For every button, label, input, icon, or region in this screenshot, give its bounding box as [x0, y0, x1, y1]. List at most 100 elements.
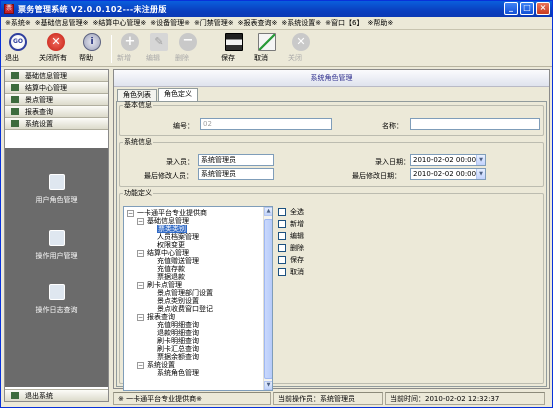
chevron-down-icon[interactable]: ▼	[476, 169, 485, 179]
tree-collapse-icon[interactable]: −	[137, 250, 144, 257]
tree-node[interactable]: 基础信息管理	[147, 217, 189, 225]
tree-scrollbar[interactable]: ▲ ▼	[263, 207, 272, 390]
tree-node[interactable]: 充值赠送管理	[157, 257, 199, 265]
minimize-button[interactable]: _	[504, 2, 518, 15]
scroll-up-icon[interactable]: ▲	[264, 207, 272, 216]
perm-select-all[interactable]: 全选	[278, 207, 304, 217]
delete-button[interactable]: − 删除	[175, 32, 201, 65]
checkbox[interactable]	[278, 244, 286, 252]
tree-node[interactable]: 权限变更	[157, 241, 185, 249]
tree-node[interactable]: 充值存款	[157, 265, 185, 273]
perm-cancel[interactable]: 取消	[278, 267, 304, 277]
code-label: 编号：	[173, 122, 194, 130]
folder-arrow-icon	[11, 72, 19, 79]
tree-node[interactable]: 刷卡点管理	[147, 281, 182, 289]
sidebar-item-scenic[interactable]: 景点管理	[5, 94, 108, 106]
floppy-disk-icon	[225, 33, 243, 51]
toolbar-separator	[111, 35, 112, 63]
function-tree[interactable]: − 一卡通平台专业提供商 − 基础信息管理 票类类别 人员档案管理 权限变更 −…	[123, 206, 273, 391]
tree-node[interactable]: 票据余额查询	[157, 353, 199, 361]
scroll-down-icon[interactable]: ▼	[264, 381, 272, 390]
tree-node[interactable]: 系统设置	[147, 361, 175, 369]
tree-node[interactable]: 结算中心管理	[147, 249, 189, 257]
basic-info-group: 基本信息 编号： 02 名称：	[119, 100, 544, 136]
add-button[interactable]: + 新增	[117, 32, 143, 65]
panel-item-log[interactable]: 操作日志查询	[5, 284, 108, 315]
sidebar-item-reports[interactable]: 报表查询	[5, 106, 108, 118]
title-bar[interactable]: 票 票务管理系统 V2.0.0.102---未注册版 _ □ ×	[1, 1, 552, 17]
tree-node[interactable]: 退款明细查询	[157, 329, 199, 337]
tree-node[interactable]: 系统角色管理	[157, 369, 199, 377]
window-title: 票务管理系统 V2.0.0.102---未注册版	[18, 4, 167, 14]
perm-edit[interactable]: 编辑	[278, 231, 304, 241]
cancel-button[interactable]: 取消	[254, 32, 280, 65]
save-button[interactable]: 保存	[221, 32, 247, 65]
help-button[interactable]: i 帮助	[79, 32, 105, 65]
menu-basic-info[interactable]: ※基础信息管理※	[35, 18, 89, 28]
checkbox[interactable]	[278, 208, 286, 216]
scroll-thumb[interactable]	[264, 219, 272, 379]
tree-collapse-icon[interactable]: −	[137, 282, 144, 289]
exit-button[interactable]: GO 退出	[5, 32, 31, 65]
entry-user-field[interactable]: 系统管理员	[198, 154, 274, 166]
perm-add[interactable]: 新增	[278, 219, 304, 229]
folder-arrow-icon	[11, 108, 19, 115]
menu-access-control[interactable]: ※门禁管理※	[194, 18, 234, 28]
chevron-down-icon[interactable]: ▼	[476, 155, 485, 165]
tree-node[interactable]: 景点类别设置	[157, 297, 199, 305]
status-operator: 当前操作员：系统管理员	[273, 392, 383, 405]
close-button[interactable]: ✕ 关闭	[288, 32, 314, 65]
name-field[interactable]	[410, 118, 540, 130]
red-x-icon: ✕	[47, 33, 65, 51]
tree-collapse-icon[interactable]: −	[137, 218, 144, 225]
menu-device[interactable]: ※设备管理※	[150, 18, 190, 28]
code-field[interactable]: 02	[200, 118, 332, 130]
modify-date-picker[interactable]: 2010-02-02 00:00:00 ▼	[410, 168, 486, 180]
tree-node[interactable]: 报表查询	[147, 313, 175, 321]
close-window-button[interactable]: ×	[536, 2, 550, 15]
close-all-button[interactable]: ✕ 关闭所有	[39, 32, 73, 65]
tab-body: 基本信息 编号： 02 名称： 系统信息 录入员： 系统管理员 最后修改人员： …	[116, 100, 547, 391]
main-content: 系统角色管理 角色列表 角色定义 基本信息 编号： 02 名称： 系统信息 录入…	[113, 69, 550, 391]
maximize-button[interactable]: □	[520, 2, 534, 15]
tree-node[interactable]: 刷卡明细查询	[157, 337, 199, 345]
menu-help[interactable]: ※帮助※	[367, 18, 393, 28]
tree-node[interactable]: 人员档案管理	[157, 233, 199, 241]
panel-item-user[interactable]: 操作用户管理	[5, 230, 108, 261]
sidebar-item-settlement[interactable]: 结算中心管理	[5, 82, 108, 94]
menu-reports[interactable]: ※报表查询※	[238, 18, 278, 28]
menu-window[interactable]: ※窗口【6】	[325, 18, 363, 28]
exit-system-button[interactable]: 退出系统	[5, 389, 108, 401]
edit-button[interactable]: ✎ 编辑	[146, 32, 172, 65]
perm-save[interactable]: 保存	[278, 255, 304, 265]
tree-node[interactable]: 景点管理部门设置	[157, 289, 213, 297]
tree-collapse-icon[interactable]: −	[127, 210, 134, 217]
perm-delete[interactable]: 删除	[278, 243, 304, 253]
tree-node[interactable]: 景点收费窗口登记	[157, 305, 213, 313]
checkbox[interactable]	[278, 232, 286, 240]
tree-collapse-icon[interactable]: −	[137, 314, 144, 321]
tree-node[interactable]: 票据退款	[157, 273, 185, 281]
modify-user-label: 最后修改人员：	[144, 172, 193, 180]
checkbox[interactable]	[278, 256, 286, 264]
close-icon: ✕	[292, 33, 310, 51]
menu-system[interactable]: ※系统※	[5, 18, 31, 28]
tree-node[interactable]: 一卡通平台专业提供商	[137, 209, 207, 217]
sidebar-item-settings[interactable]: 系统设置	[5, 118, 108, 130]
tree-collapse-icon[interactable]: −	[137, 362, 144, 369]
panel-item-role[interactable]: 用户角色管理	[5, 174, 108, 205]
help-icon: i	[83, 33, 101, 51]
menu-settings[interactable]: ※系统设置※	[281, 18, 321, 28]
entry-date-picker[interactable]: 2010-02-02 00:00:00 ▼	[410, 154, 486, 166]
plus-icon: +	[121, 33, 139, 51]
checkbox[interactable]	[278, 220, 286, 228]
tree-node[interactable]: 刷卡汇总查询	[157, 345, 199, 353]
checkbox[interactable]	[278, 268, 286, 276]
tree-node-selected[interactable]: 票类类别	[157, 225, 187, 233]
menu-settlement[interactable]: ※结算中心管理※	[92, 18, 146, 28]
tree-node[interactable]: 充值明细查询	[157, 321, 199, 329]
chart-icon	[258, 33, 276, 51]
entry-user-label: 录入员：	[166, 158, 194, 166]
modify-user-field[interactable]: 系统管理员	[198, 168, 274, 180]
sidebar-item-basic-info[interactable]: 基础信息管理	[5, 70, 108, 82]
